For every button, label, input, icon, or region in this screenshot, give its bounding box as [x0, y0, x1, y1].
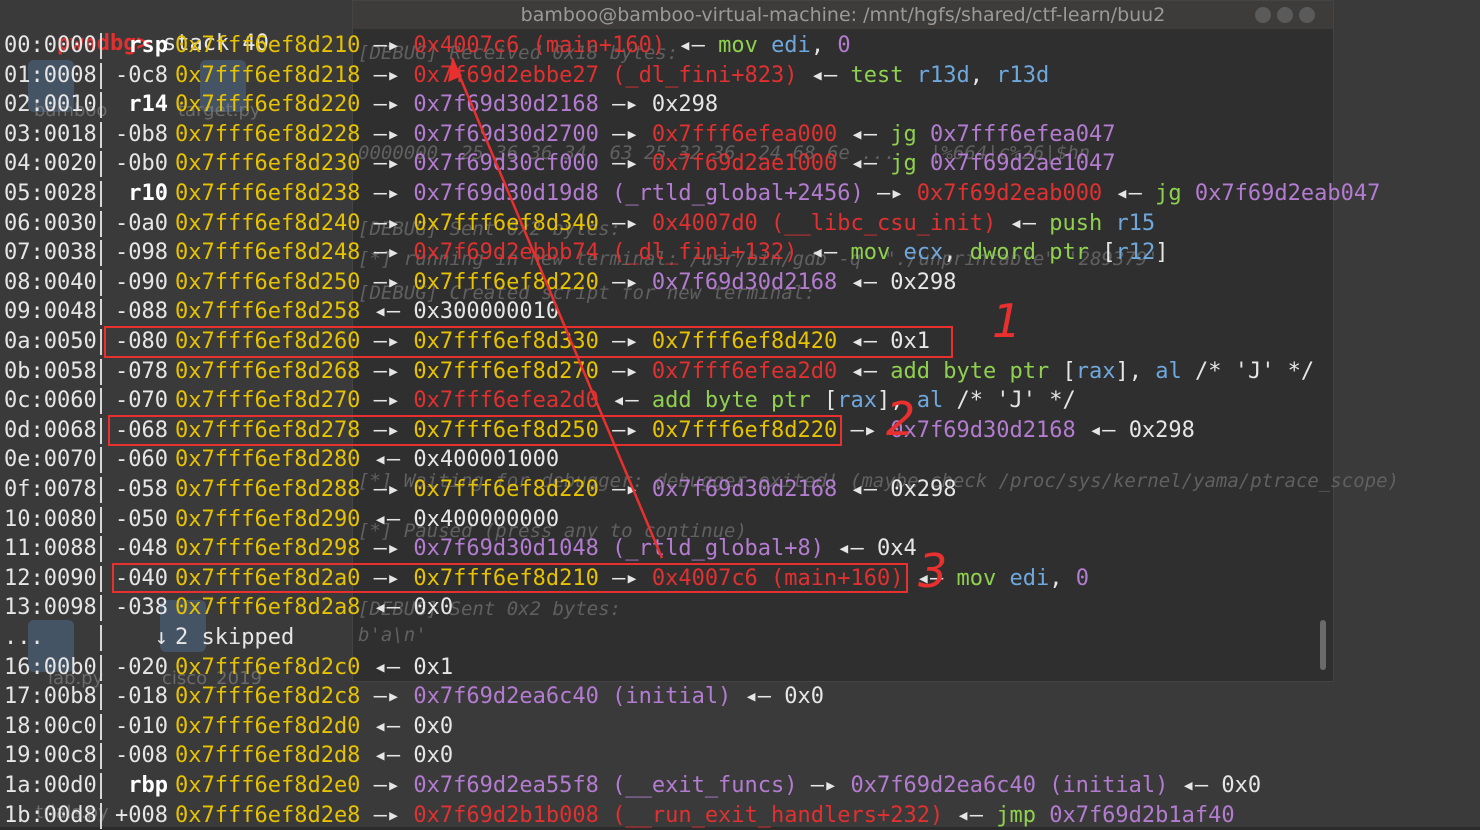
- annotation-arrow: [448, 57, 664, 559]
- arrow-line: [450, 57, 664, 559]
